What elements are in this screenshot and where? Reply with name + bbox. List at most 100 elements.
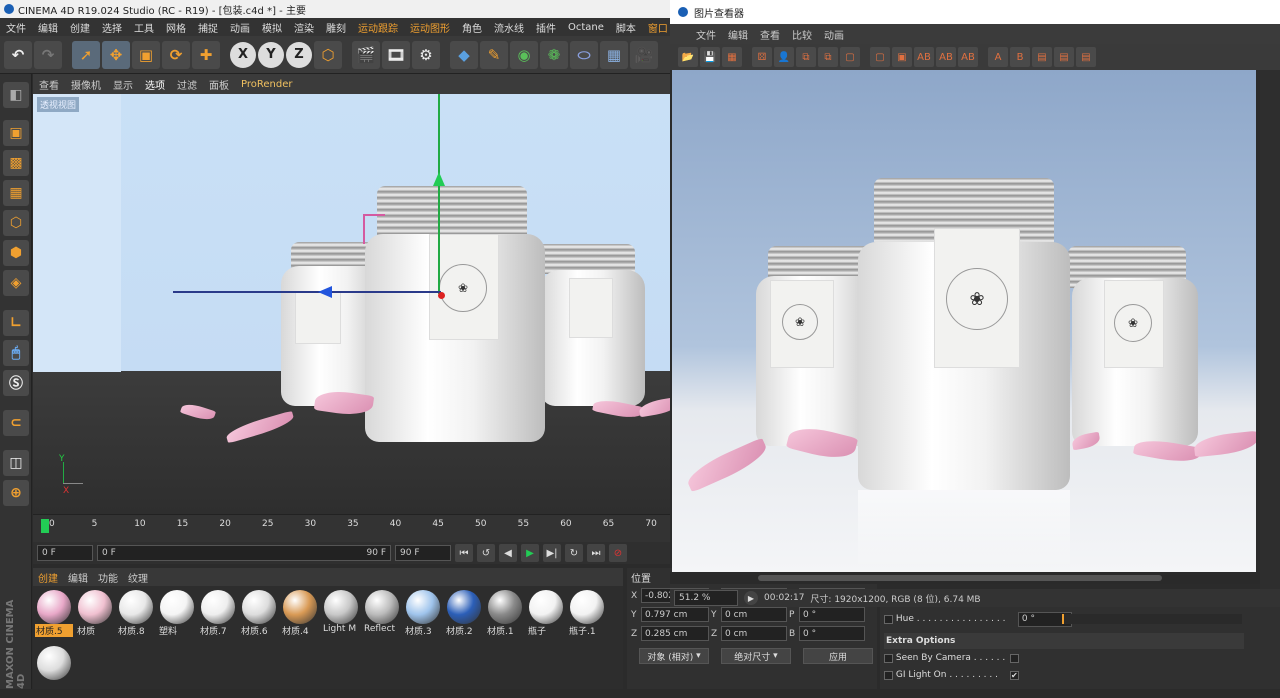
gizmo-y-arrow-icon[interactable] — [433, 172, 445, 186]
material-menu-item[interactable]: 纹理 — [123, 570, 153, 585]
play-icon[interactable]: ▶ — [521, 544, 539, 562]
material-swatch[interactable]: 材质.7 — [199, 588, 237, 642]
render-settings-icon[interactable]: ⚙ — [412, 40, 440, 69]
material-swatch[interactable]: Light M — [322, 588, 360, 642]
compare2-icon[interactable]: ▤ — [1054, 47, 1074, 67]
material-swatch[interactable]: 材质.6 — [240, 588, 278, 642]
menu-item[interactable]: 运动图形 — [404, 20, 456, 35]
z-axis-icon[interactable]: Z — [286, 41, 312, 68]
gi-light-on-checkbox[interactable]: ✔ — [1009, 670, 1019, 680]
position-field[interactable]: 0.797 cm — [641, 607, 709, 622]
gizmo-x-handle[interactable] — [438, 292, 445, 299]
step-back-icon[interactable]: ◀ — [499, 544, 517, 562]
render-view-icon[interactable]: 🎬 — [352, 40, 380, 69]
go-to-start-icon[interactable]: ⏮ — [455, 544, 473, 562]
material-swatch[interactable]: 材质.2 — [445, 588, 483, 642]
hue-anim-checkbox[interactable] — [884, 614, 893, 624]
rotation-field[interactable]: 0 ° — [799, 626, 865, 641]
menu-item[interactable]: 编辑 — [32, 20, 64, 35]
ab-icon[interactable]: AB — [914, 47, 934, 67]
menu-item[interactable]: 角色 — [456, 20, 488, 35]
menu-item[interactable]: 脚本 — [610, 20, 642, 35]
record-icon[interactable]: ⊘ — [609, 544, 627, 562]
stereo-icon[interactable]: ⚄ — [752, 47, 772, 67]
material-swatch[interactable]: 瓶子.1 — [568, 588, 606, 642]
select-cursor-icon[interactable]: ➚ — [72, 40, 100, 69]
cube-icon[interactable]: ◆ — [450, 40, 478, 69]
perspective-viewport[interactable]: 透视视图 ❀ Y X — [33, 94, 670, 514]
material-swatch[interactable]: 材质.4 — [281, 588, 319, 642]
extra-options-section[interactable]: Extra Options — [884, 633, 1244, 649]
position-field[interactable]: 0.285 cm — [641, 626, 709, 641]
viewport-menu-item[interactable]: 摄像机 — [65, 77, 107, 92]
redo-icon[interactable]: ↷ — [34, 40, 62, 69]
material-menu-item[interactable]: 创建 — [33, 570, 63, 585]
scale-icon[interactable]: ▣ — [132, 40, 160, 69]
pv-menu-item[interactable]: 查看 — [754, 27, 786, 42]
hue-slider[interactable] — [1062, 614, 1242, 624]
viewport-menu-item[interactable]: 选项 — [139, 77, 171, 92]
coordinate-system-icon[interactable]: ⬡ — [314, 40, 342, 69]
viewport-menu-item[interactable]: ProRender — [235, 79, 298, 90]
floor-icon[interactable]: ▦ — [600, 40, 628, 69]
menu-item[interactable]: 文件 — [0, 20, 32, 35]
menu-item[interactable]: 选择 — [96, 20, 128, 35]
prev-key-icon[interactable]: ↺ — [477, 544, 495, 562]
rotate-icon[interactable]: ⟳ — [162, 40, 190, 69]
material-swatch[interactable]: 塑料 — [158, 588, 196, 642]
menu-item[interactable]: Octane — [562, 22, 610, 33]
pv-menu-item[interactable]: 动画 — [818, 27, 850, 42]
material-swatch[interactable]: Reflect — [363, 588, 401, 642]
menu-item[interactable]: 流水线 — [488, 20, 530, 35]
y-axis-icon[interactable]: Y — [258, 41, 284, 68]
b-icon[interactable]: B — [1010, 47, 1030, 67]
menu-item[interactable]: 工具 — [128, 20, 160, 35]
size-mode-dropdown[interactable]: 绝对尺寸 ▾ — [721, 648, 791, 664]
menu-item[interactable]: 渲染 — [288, 20, 320, 35]
camera-icon[interactable]: 🎥 — [630, 40, 658, 69]
menu-item[interactable]: 运动跟踪 — [352, 20, 404, 35]
pen-icon[interactable]: ✎ — [480, 40, 508, 69]
deformer-icon[interactable]: ⬭ — [570, 40, 598, 69]
frame2-icon[interactable]: ▢ — [870, 47, 890, 67]
ab3-icon[interactable]: AB — [958, 47, 978, 67]
object-mode-icon[interactable]: ▣ — [3, 120, 29, 146]
material-swatch[interactable]: 材质.8 — [117, 588, 155, 642]
menu-item[interactable]: 捕捉 — [192, 20, 224, 35]
open-icon[interactable]: 📂 — [678, 47, 698, 67]
rotation-field[interactable]: 0 ° — [799, 607, 865, 622]
material-swatch[interactable] — [35, 644, 73, 698]
viewport-menu-item[interactable]: 查看 — [33, 77, 65, 92]
viewport-menu-item[interactable]: 显示 — [107, 77, 139, 92]
timeline[interactable]: 0 5 10 15 20 25 30 35 40 45 50 55 60 65 70 — [33, 514, 670, 542]
material-swatch[interactable]: 材质 — [76, 588, 114, 642]
save-icon[interactable]: 💾 — [700, 47, 720, 67]
undo-icon[interactable]: ↶ — [4, 40, 32, 69]
coord-mode-dropdown[interactable]: 对象 (相对) ▾ — [639, 648, 709, 664]
points-mode-icon[interactable]: ⬡ — [3, 210, 29, 236]
workplane-icon[interactable]: ▦ — [3, 180, 29, 206]
play-icon[interactable]: ▶ — [744, 591, 758, 605]
axis-mode-icon[interactable]: ∟ — [3, 310, 29, 336]
cloner-icon[interactable]: ❁ — [540, 40, 568, 69]
frame3-icon[interactable]: ▣ — [892, 47, 912, 67]
material-swatch[interactable]: 材质.5 — [35, 588, 73, 642]
zoom-field[interactable]: 51.2 % — [674, 590, 738, 606]
gizmo-y-axis[interactable] — [438, 94, 440, 294]
scrollbar-thumb[interactable] — [758, 575, 1162, 581]
gi-anim-checkbox[interactable] — [884, 670, 893, 680]
move-icon[interactable]: ✥ — [102, 40, 130, 69]
viewport-menu-item[interactable]: 过滤 — [171, 77, 203, 92]
subdivision-icon[interactable]: ◉ — [510, 40, 538, 69]
menu-item[interactable]: 插件 — [530, 20, 562, 35]
gizmo-z-arrow-icon[interactable] — [318, 286, 332, 298]
viewport-menu-item[interactable]: 面板 — [203, 77, 235, 92]
material-menu-item[interactable]: 编辑 — [63, 570, 93, 585]
go-to-end-icon[interactable]: ⏭ — [587, 544, 605, 562]
playhead[interactable] — [41, 519, 49, 533]
menu-item[interactable]: 雕刻 — [320, 20, 352, 35]
next-key-icon[interactable]: ↻ — [565, 544, 583, 562]
end-frame-field[interactable]: 90 F — [395, 545, 451, 561]
size-field[interactable]: 0 cm — [721, 626, 787, 641]
copy2-icon[interactable]: ⧉ — [818, 47, 838, 67]
